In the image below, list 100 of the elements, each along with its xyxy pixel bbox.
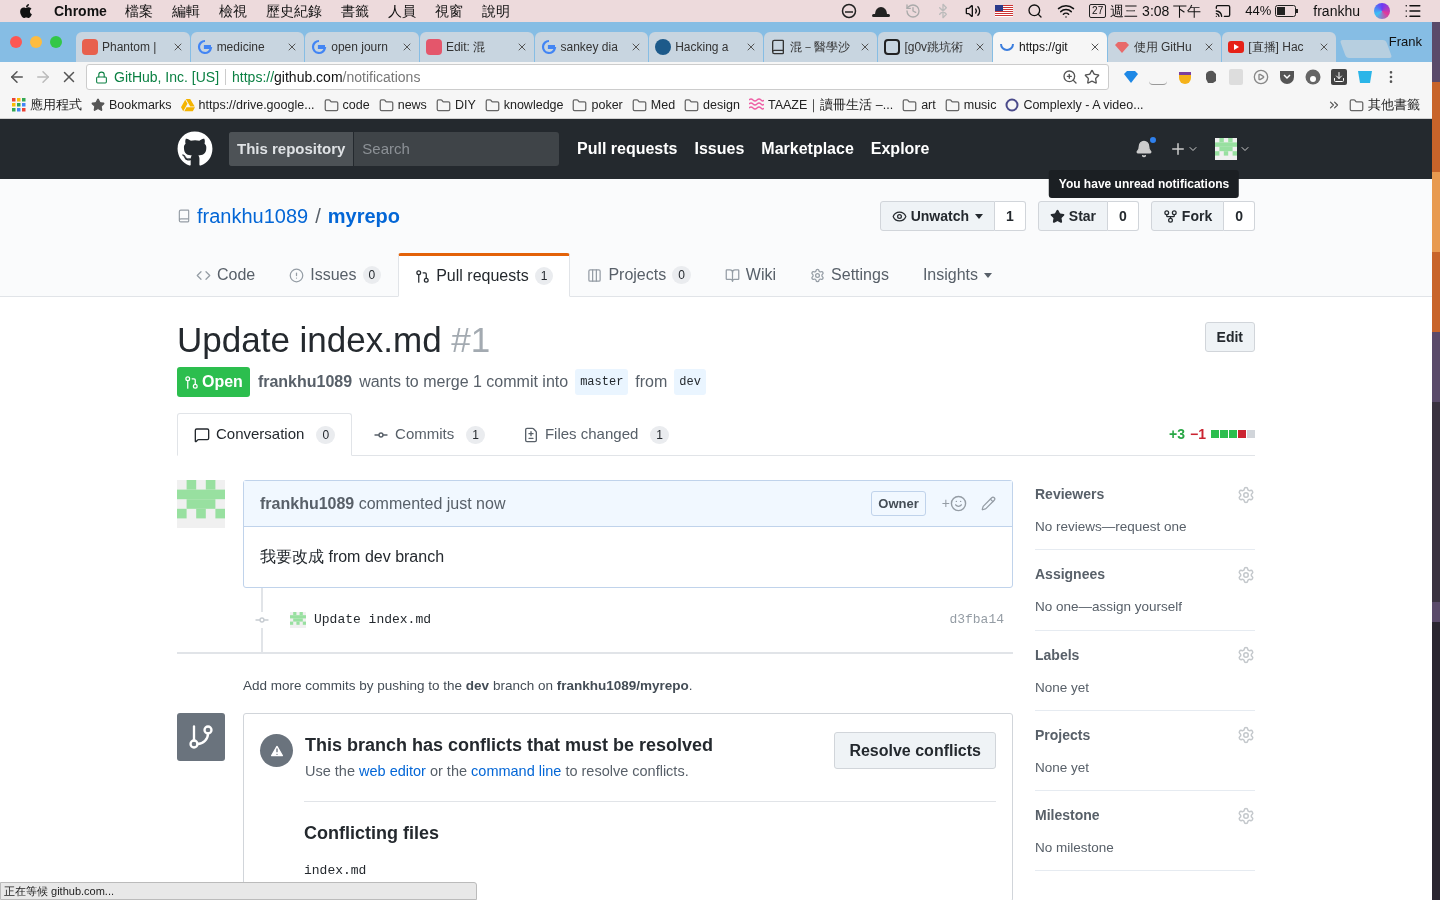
sidebar-heading[interactable]: Assignees [1035, 564, 1106, 586]
search-icon[interactable] [1027, 3, 1044, 19]
pr-tab[interactable]: Files changed 1 [505, 413, 687, 456]
airplay-icon[interactable] [1215, 3, 1232, 19]
user-name[interactable]: frankhu [1313, 0, 1360, 22]
edit-button[interactable]: Edit [1204, 322, 1255, 352]
header-nav-link[interactable]: Explore [870, 137, 930, 161]
volume-icon[interactable] [965, 3, 982, 19]
menu-item[interactable]: 視窗 [434, 0, 463, 22]
browser-tab[interactable]: medicine [190, 32, 305, 62]
menu-item[interactable]: 說明 [481, 0, 510, 22]
bookmark-item[interactable]: Complexly - A video... [1005, 95, 1144, 115]
repo-tab[interactable]: Issues 0 [272, 253, 399, 297]
bookmark-item[interactable]: design [684, 95, 740, 115]
repo-tab[interactable]: Code [179, 253, 273, 297]
header-nav-link[interactable]: Marketplace [761, 137, 854, 161]
battery-icon[interactable] [1275, 5, 1300, 17]
play-extension-icon[interactable] [1253, 69, 1269, 85]
face-extension-icon[interactable] [1177, 69, 1193, 85]
calendar-date-badge[interactable]: 27 [1089, 4, 1107, 18]
menu-item[interactable]: 書籤 [340, 0, 369, 22]
menu-item[interactable]: 人員 [387, 0, 416, 22]
repo-tab[interactable]: Settings [793, 253, 906, 297]
repo-action-button[interactable]: Unwatch [879, 201, 996, 231]
browser-tab[interactable]: sankey dia [534, 32, 649, 62]
notifications-bell-icon[interactable] [1135, 140, 1153, 158]
repo-action-button[interactable]: Fork [1150, 201, 1225, 231]
bookmark-item[interactable]: code [323, 95, 370, 115]
menu-item[interactable]: 檢視 [218, 0, 247, 22]
pr-tab[interactable]: Commits 1 [356, 413, 502, 456]
header-nav-link[interactable]: Issues [694, 137, 745, 161]
zoom-icon[interactable] [1062, 69, 1078, 85]
browser-tab[interactable]: Phantom | [76, 32, 190, 62]
commit-message[interactable]: Update index.md [314, 610, 432, 630]
bookmark-item[interactable]: https://drive.google... [180, 95, 315, 115]
siri-icon[interactable] [1374, 3, 1390, 19]
bookmark-item[interactable]: Bookmarks [91, 95, 172, 115]
diamond-extension-icon[interactable] [1123, 69, 1139, 85]
social-count[interactable]: 1 [995, 201, 1026, 231]
bookmark-star-icon[interactable] [1084, 69, 1100, 85]
browser-tab[interactable]: [g0v跳坑術 [878, 32, 992, 62]
repo-tab[interactable]: Pull requests 1 [398, 253, 571, 297]
menu-item[interactable]: 檔案 [124, 0, 153, 22]
bookmark-item[interactable]: Med [631, 95, 676, 115]
more-bookmarks-icon[interactable] [1327, 98, 1341, 112]
branch-label[interactable]: master [575, 369, 629, 395]
resolve-conflicts-button[interactable]: Resolve conflicts [834, 732, 996, 770]
bookmark-item[interactable]: art [902, 95, 936, 115]
browser-tab[interactable]: Hacking a [649, 32, 763, 62]
bookmark-item[interactable]: 其他書籤 [1349, 95, 1420, 115]
sidebar-heading[interactable]: Projects [1035, 724, 1091, 746]
github-logo-icon[interactable] [177, 131, 213, 167]
plus-icon[interactable] [1169, 140, 1187, 158]
pr-author-link[interactable]: frankhu1089 [257, 370, 353, 394]
back-icon[interactable] [8, 68, 26, 86]
header-nav-link[interactable]: Pull requests [577, 137, 678, 161]
browser-tab[interactable]: 混－醫學沙 [763, 32, 878, 62]
profile-name[interactable]: Frank [1388, 32, 1422, 52]
sidebar-heading[interactable]: Reviewers [1035, 484, 1105, 505]
browser-tab[interactable]: https://git [993, 32, 1107, 62]
circle-slash-icon[interactable] [841, 3, 858, 19]
apple-logo-icon[interactable] [18, 3, 34, 19]
pr-tab[interactable]: Conversation 0 [177, 413, 353, 456]
social-count[interactable]: 0 [1108, 201, 1139, 231]
text-link[interactable]: command line [471, 763, 562, 780]
notification-list-icon[interactable] [1404, 2, 1422, 20]
social-count[interactable]: 0 [1224, 201, 1255, 231]
app-menu[interactable]: Chrome [54, 0, 107, 22]
sidebar-heading[interactable]: Milestone [1035, 805, 1100, 826]
repo-owner-link[interactable]: frankhu1089 [197, 201, 309, 231]
branch-label[interactable]: dev [674, 369, 706, 395]
browser-tab[interactable]: Edit: 混 [419, 32, 534, 62]
bookmark-item[interactable]: knowledge [484, 95, 564, 115]
menu-item[interactable]: 編輯 [171, 0, 200, 22]
browser-tab[interactable]: open journ [305, 32, 419, 62]
pocket-extension-icon[interactable] [1279, 69, 1295, 85]
repo-action-button[interactable]: Star [1037, 201, 1109, 231]
repo-tab[interactable]: Wiki [707, 253, 794, 297]
repo-tab[interactable]: Projects 0 [570, 253, 708, 297]
bookmark-item[interactable]: music [944, 95, 997, 115]
download-extension-icon[interactable] [1331, 69, 1347, 85]
close-tab-icon[interactable] [974, 41, 986, 53]
bookmark-item[interactable]: 應用程式 [12, 95, 82, 115]
address-bar[interactable]: GitHub, Inc. [US] https://github.com/notifications [86, 64, 1109, 90]
text-link[interactable]: web editor [359, 763, 426, 780]
bowler-hat-icon[interactable] [871, 4, 892, 18]
browser-tab[interactable]: 使用 GitHu [1107, 32, 1222, 62]
wifi-icon[interactable] [1057, 2, 1076, 20]
menu-clock[interactable]: 週三 3:08 下午 [1110, 0, 1202, 22]
repo-name-link[interactable]: myrepo [327, 201, 400, 231]
bookmark-item[interactable]: TAAZE｜讀冊生活 –... [748, 95, 894, 115]
menu-item[interactable]: 歷史紀錄 [265, 0, 322, 22]
bookmark-item[interactable]: news [378, 95, 427, 115]
sidebar-heading[interactable]: Labels [1035, 644, 1080, 666]
search-field[interactable]: This repository Search [229, 132, 559, 166]
flag-icon[interactable] [995, 5, 1014, 17]
browser-tab[interactable]: [直播] Hac [1222, 32, 1336, 62]
bookmark-item[interactable]: poker [572, 95, 623, 115]
bookmark-item[interactable]: DIY [435, 95, 476, 115]
repo-tab[interactable]: Insights [905, 253, 1010, 297]
